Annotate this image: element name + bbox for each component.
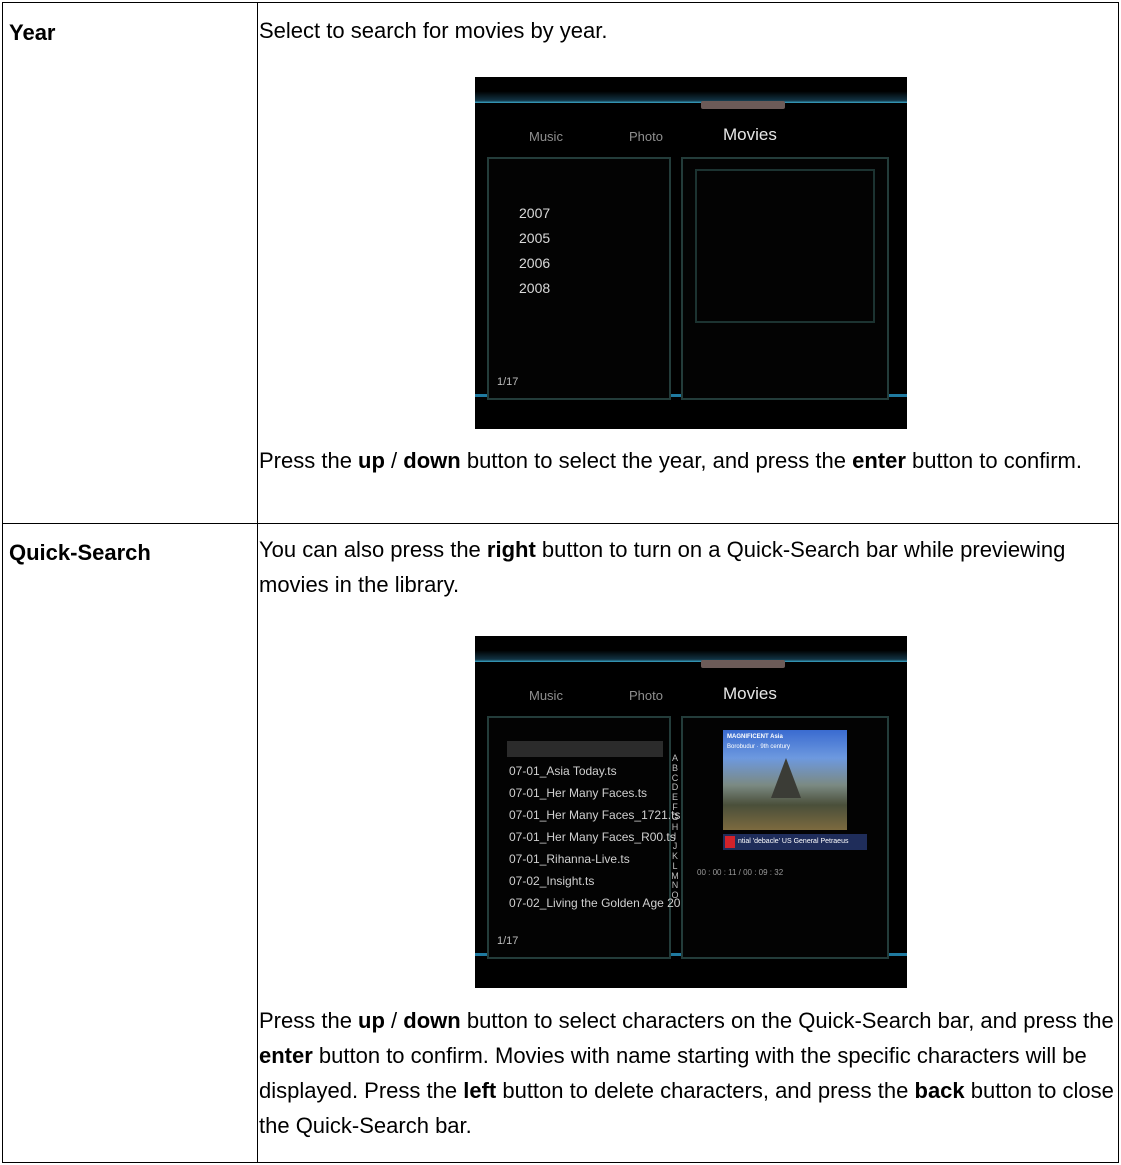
year-item: 2005: [519, 230, 551, 246]
year-screenshot: Music Photo Movies 2007 2005 2006 2008 1…: [475, 77, 907, 429]
quick-search-bar: [507, 741, 663, 757]
news-ticker: ntial 'debacle' US General Petraeus: [723, 834, 867, 850]
tab-music: Music: [529, 688, 563, 703]
year-item: 2006: [519, 255, 551, 271]
file-item: 07-02_Insight.ts: [509, 874, 595, 888]
year-list-panel: 2007 2005 2006 2008 1/17: [487, 157, 671, 400]
file-list-panel: 07-01_Asia Today.ts 07-01_Her Many Faces…: [487, 716, 680, 959]
file-item: 07-01_Her Many Faces_R00.ts: [509, 830, 676, 844]
page-indicator: 1/17: [497, 935, 519, 947]
page-indicator: 1/17: [497, 376, 519, 388]
alphabet-index: ABCDEFGHIJKLMNO: [671, 753, 679, 901]
preview-subtitle: Borobudur · 9th century: [727, 744, 791, 750]
preview-frame: [695, 169, 875, 323]
term-quick-search: Quick-Search: [9, 540, 151, 565]
tab-movies: Movies: [723, 125, 777, 144]
definition-table: Year Select to search for movies by year…: [2, 2, 1119, 1163]
term-year: Year: [9, 20, 56, 45]
file-item: 07-02_Living the Golden Age 20: [509, 896, 681, 910]
quick-search-intro: You can also press the right button to t…: [259, 537, 1066, 597]
quick-search-screenshot: Music Photo Movies 07-01_Asia Today.ts 0…: [475, 636, 907, 988]
tab-music: Music: [529, 129, 563, 144]
file-item: 07-01_Rihanna-Live.ts: [509, 852, 630, 866]
preview-panel: [681, 157, 889, 400]
preview-panel: MAGNIFICENT Asia Borobudur · 9th century…: [681, 716, 889, 959]
preview-logo: MAGNIFICENT Asia: [727, 734, 783, 740]
playback-time: 00 : 00 : 11 / 00 : 09 : 32: [697, 868, 784, 877]
file-item: 07-01_Asia Today.ts: [509, 764, 617, 778]
year-intro: Select to search for movies by year.: [259, 18, 608, 43]
tab-photo: Photo: [629, 688, 663, 703]
tab-photo: Photo: [629, 129, 663, 144]
quick-search-instructions: Press the up / down button to select cha…: [259, 1008, 1114, 1138]
year-instructions: Press the up / down button to select the…: [259, 448, 1082, 473]
column-divider: [257, 3, 258, 1162]
year-item: 2007: [519, 205, 551, 221]
year-item: 2008: [519, 280, 551, 296]
file-item: 07-01_Her Many Faces.ts: [509, 786, 648, 800]
video-preview: MAGNIFICENT Asia Borobudur · 9th century: [723, 730, 847, 830]
file-item: 07-01_Her Many Faces_1721.ts: [509, 808, 681, 822]
row-divider: [3, 523, 1118, 524]
tab-movies: Movies: [723, 684, 777, 703]
